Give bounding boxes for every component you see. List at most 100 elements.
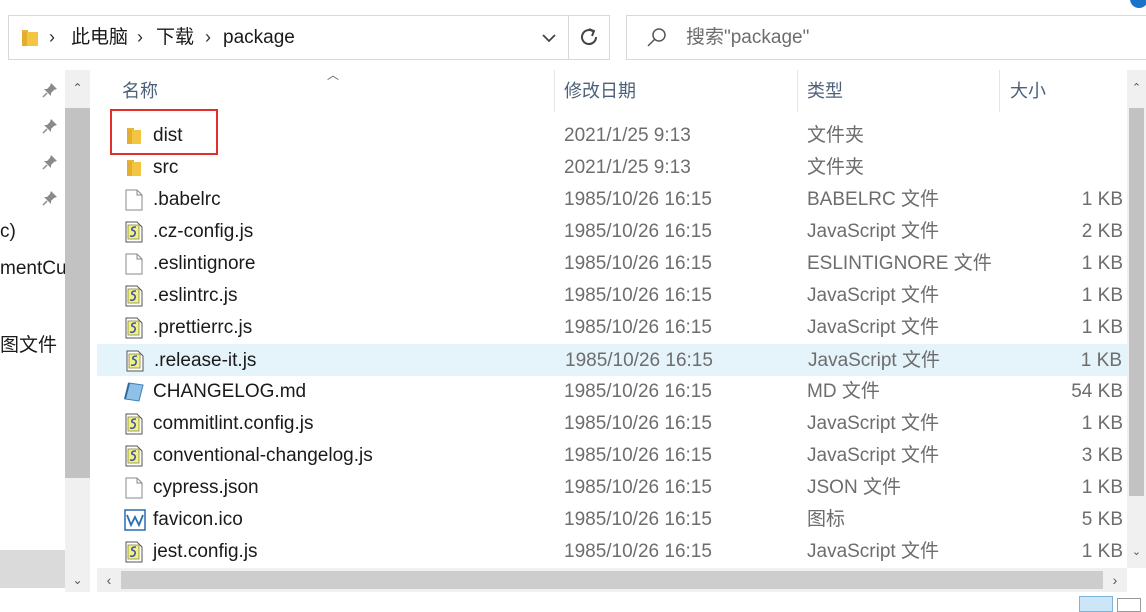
js-file-icon <box>125 350 145 372</box>
table-row[interactable]: dist 2021/1/25 9:13 文件夹 <box>97 120 1127 152</box>
ico-file-icon <box>124 509 146 531</box>
table-row[interactable]: .babelrc 1985/10/26 16:15 BABELRC 文件 1 KB <box>97 184 1127 216</box>
large-icons-view-button[interactable] <box>1117 598 1141 612</box>
file-type: JavaScript 文件 <box>807 317 939 338</box>
file-type: 文件夹 <box>807 125 865 146</box>
file-name: .release-it.js <box>154 350 257 371</box>
file-date: 1985/10/26 16:15 <box>564 221 712 242</box>
file-name: CHANGELOG.md <box>153 381 307 402</box>
horizontal-scrollbar[interactable]: ‹ › <box>97 568 1127 592</box>
details-view-button[interactable] <box>1079 596 1113 612</box>
scroll-down-icon[interactable]: ⌄ <box>1127 542 1146 562</box>
table-row[interactable]: .eslintrc.js 1985/10/26 16:15 JavaScript 文… <box>97 280 1127 312</box>
file-type: JavaScript 文件 <box>807 413 939 434</box>
file-size: 1 KB <box>1081 285 1123 306</box>
file-size: 2 KB <box>1081 221 1123 242</box>
table-row[interactable]: commitlint.config.js 1985/10/26 16:15 Java… <box>97 408 1127 440</box>
column-header-date[interactable]: 修改日期 <box>564 70 636 112</box>
file-date: 1985/10/26 16:15 <box>564 413 712 434</box>
vertical-scrollbar[interactable]: ⌃ ⌄ <box>1127 70 1146 568</box>
vertical-scrollbar-thumb[interactable] <box>1129 108 1144 496</box>
navigation-pane: c) mentCul 图文件 ⌃ ⌄ <box>0 70 90 612</box>
file-size: 54 KB <box>1071 381 1123 402</box>
file-date: 1985/10/26 16:15 <box>564 189 712 210</box>
column-divider[interactable] <box>797 70 798 112</box>
column-header-name[interactable]: 名称 <box>122 70 158 112</box>
file-name: commitlint.config.js <box>153 413 314 434</box>
file-date: 1985/10/26 16:15 <box>564 509 712 530</box>
file-date: 1985/10/26 16:15 <box>565 350 713 371</box>
nav-item-drive[interactable]: c) <box>0 221 16 243</box>
file-name: .prettierrc.js <box>153 317 253 338</box>
breadcrumb-downloads[interactable]: 下载 <box>156 16 194 59</box>
search-input[interactable]: 搜索"package" <box>626 15 1146 60</box>
nav-scroll-down-icon[interactable]: ⌄ <box>65 570 90 590</box>
file-date: 1985/10/26 16:15 <box>564 253 712 274</box>
chevron-right-icon[interactable]: › <box>49 16 55 59</box>
file-name: .eslintignore <box>153 253 256 274</box>
column-divider[interactable] <box>554 70 555 112</box>
file-type: JavaScript 文件 <box>807 285 939 306</box>
js-file-icon <box>124 413 144 435</box>
nav-scrollbar-thumb[interactable] <box>65 108 90 478</box>
pin-icon[interactable] <box>42 154 58 170</box>
scroll-left-icon[interactable]: ‹ <box>99 568 119 592</box>
file-type: MD 文件 <box>807 381 880 402</box>
file-list: ︿ 名称 修改日期 类型 大小 dist 2021/1/25 9:13 文件夹 src… <box>97 68 1146 612</box>
chevron-right-icon[interactable]: › <box>205 16 211 59</box>
table-row[interactable]: .cz-config.js 1985/10/26 16:15 JavaScript … <box>97 216 1127 248</box>
file-date: 1985/10/26 16:15 <box>564 381 712 402</box>
file-date: 1985/10/26 16:15 <box>564 317 712 338</box>
sort-ascending-icon: ︿ <box>327 68 340 82</box>
scroll-right-icon[interactable]: › <box>1105 568 1125 592</box>
breadcrumb-this-pc[interactable]: 此电脑 <box>71 16 128 59</box>
pin-icon[interactable] <box>42 118 58 134</box>
file-type: JavaScript 文件 <box>807 445 939 466</box>
column-header-type[interactable]: 类型 <box>807 70 843 112</box>
file-name: .cz-config.js <box>153 221 254 242</box>
pin-icon[interactable] <box>42 82 58 98</box>
file-size: 1 KB <box>1081 317 1123 338</box>
blank-file-icon <box>124 253 144 275</box>
table-row[interactable]: favicon.ico 1985/10/26 16:15 图标 5 KB <box>97 504 1127 536</box>
file-type: JavaScript 文件 <box>808 350 940 371</box>
js-file-icon <box>124 317 144 339</box>
js-file-icon <box>124 541 144 563</box>
breadcrumb-package[interactable]: package <box>223 16 295 59</box>
table-row[interactable]: .release-it.js 1985/10/26 16:15 JavaScript… <box>97 344 1127 376</box>
search-icon <box>647 28 666 47</box>
pin-icon[interactable] <box>42 190 58 206</box>
chevron-right-icon[interactable]: › <box>137 16 143 59</box>
table-row[interactable]: jest.config.js 1985/10/26 16:15 JavaScript… <box>97 536 1127 568</box>
chevron-down-icon <box>542 34 556 43</box>
address-bar[interactable]: › 此电脑 › 下载 › package <box>8 15 610 60</box>
table-row[interactable]: src 2021/1/25 9:13 文件夹 <box>97 152 1127 184</box>
file-size: 1 KB <box>1081 541 1123 562</box>
file-size: 1 KB <box>1081 189 1123 210</box>
table-row[interactable]: cypress.json 1985/10/26 16:15 JSON 文件 1 KB <box>97 472 1127 504</box>
address-row: › 此电脑 › 下载 › package 搜索"package" <box>0 0 1146 70</box>
table-row[interactable]: CHANGELOG.md 1985/10/26 16:15 MD 文件 54 KB <box>97 376 1127 408</box>
file-type: BABELRC 文件 <box>807 189 939 210</box>
nav-item-document[interactable]: mentCul <box>0 258 71 280</box>
refresh-button[interactable] <box>568 16 610 59</box>
status-dot <box>1130 0 1146 8</box>
table-row[interactable]: .eslintignore 1985/10/26 16:15 ESLINTIGNOR… <box>97 248 1127 280</box>
table-row[interactable]: .prettierrc.js 1985/10/26 16:15 JavaScript… <box>97 312 1127 344</box>
table-row[interactable]: conventional-changelog.js 1985/10/26 16:1… <box>97 440 1127 472</box>
file-date: 1985/10/26 16:15 <box>564 541 712 562</box>
column-header-size[interactable]: 大小 <box>1010 70 1046 112</box>
file-name: src <box>153 157 179 178</box>
blank-file-icon <box>124 477 144 499</box>
file-size: 1 KB <box>1080 350 1122 371</box>
js-file-icon <box>124 221 144 243</box>
nav-horizontal-scrollbar[interactable] <box>0 550 65 588</box>
file-name: cypress.json <box>153 477 259 498</box>
nav-item-files[interactable]: 图文件 <box>0 330 57 357</box>
horizontal-scrollbar-thumb[interactable] <box>121 571 1103 589</box>
address-history-dropdown[interactable] <box>532 16 566 59</box>
file-date: 1985/10/26 16:15 <box>564 285 712 306</box>
column-divider[interactable] <box>999 70 1000 112</box>
nav-scroll-up-icon[interactable]: ⌃ <box>65 78 90 98</box>
scroll-up-icon[interactable]: ⌃ <box>1127 78 1146 98</box>
